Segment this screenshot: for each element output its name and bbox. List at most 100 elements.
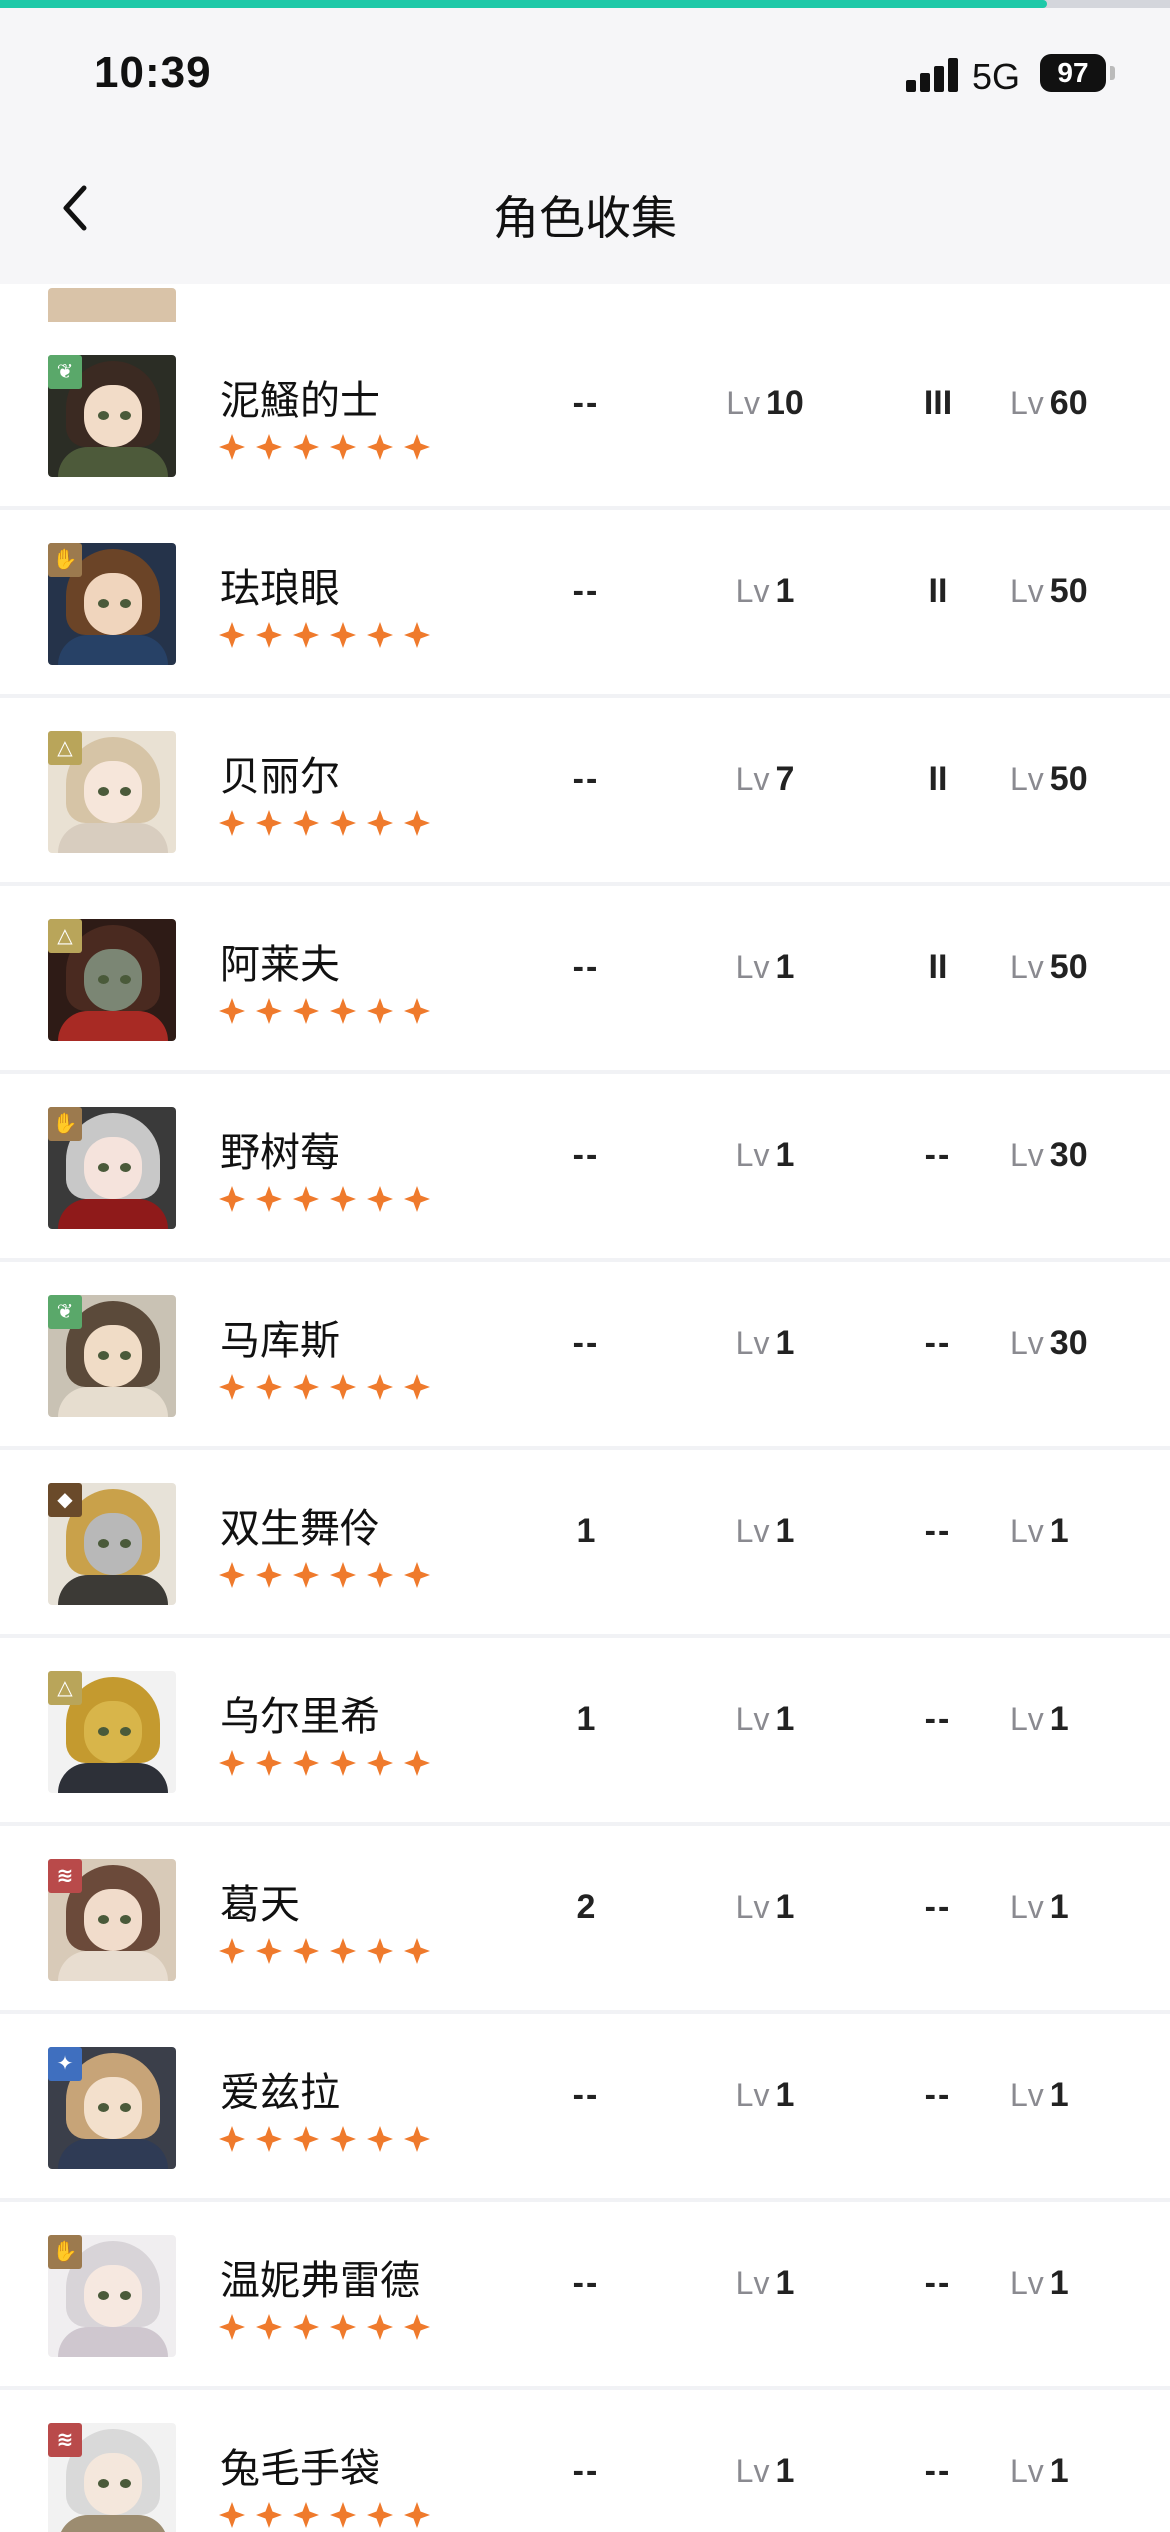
star-icon xyxy=(367,998,393,1024)
element-leaf-icon: ❦ xyxy=(48,355,82,389)
column-3-value: II xyxy=(928,948,948,986)
star-icon xyxy=(330,1562,356,1588)
star-icon xyxy=(293,1374,319,1400)
character-row[interactable]: ≋ 葛天 2 Lv 1 -- Lv 1 xyxy=(0,1826,1170,2010)
character-row[interactable]: △ 阿莱夫 -- Lv 1 II Lv 50 xyxy=(0,886,1170,1070)
star-icon xyxy=(367,1750,393,1776)
star-icon xyxy=(256,1562,282,1588)
character-row[interactable]: ◆ 双生舞伶 1 Lv 1 -- Lv 1 xyxy=(0,1450,1170,1634)
star-rating xyxy=(218,2124,440,2154)
star-icon xyxy=(330,998,356,1024)
column-1-value: -- xyxy=(572,948,600,986)
star-icon xyxy=(367,622,393,648)
column-3-value: -- xyxy=(924,1700,952,1738)
element-leaf-icon: ❦ xyxy=(48,1295,82,1329)
column-1-value: 1 xyxy=(576,1700,596,1738)
character-row[interactable]: ❦ 马库斯 -- Lv 1 -- Lv 30 xyxy=(0,1262,1170,1446)
character-list[interactable]: ❦ 泥鰠的士 -- Lv 10 III Lv 60 ✋ 珐琅眼 -- Lv 1 II … xyxy=(0,284,1170,2532)
element-feather-icon: ≋ xyxy=(48,2423,82,2457)
star-icon xyxy=(256,1750,282,1776)
star-icon xyxy=(367,2126,393,2152)
character-name: 贝丽尔 xyxy=(220,754,340,800)
level-value: Lv 1 xyxy=(735,1888,795,1926)
battery-icon: 97 xyxy=(1040,54,1106,92)
level-value: Lv 1 xyxy=(735,948,795,986)
star-icon xyxy=(219,434,245,460)
column-3-value: -- xyxy=(924,2076,952,2114)
column-1-value: -- xyxy=(572,2452,600,2490)
star-icon xyxy=(293,998,319,1024)
element-feather-icon: ≋ xyxy=(48,1859,82,1893)
column-3-value: III xyxy=(923,384,953,422)
star-icon xyxy=(367,810,393,836)
character-row[interactable]: ✋ 野树莓 -- Lv 1 -- Lv 30 xyxy=(0,1074,1170,1258)
column-1-value: -- xyxy=(572,2076,600,2114)
star-icon xyxy=(404,1186,430,1212)
level-value: Lv 1 xyxy=(735,1700,795,1738)
star-icon xyxy=(219,998,245,1024)
star-icon xyxy=(330,810,356,836)
element-hand-icon: ✋ xyxy=(48,2235,82,2269)
character-row[interactable]: ✋ 温妮弗雷德 -- Lv 1 -- Lv 1 xyxy=(0,2202,1170,2386)
cellular-signal-icon xyxy=(906,58,958,92)
level-cap-value: Lv 1 xyxy=(1010,1888,1069,1926)
star-icon xyxy=(330,2314,356,2340)
character-row[interactable]: ❦ 泥鰠的士 -- Lv 10 III Lv 60 xyxy=(0,322,1170,506)
character-name: 兔毛手袋 xyxy=(220,2446,380,2492)
star-rating xyxy=(218,1184,440,1214)
character-row[interactable]: △ 乌尔里希 1 Lv 1 -- Lv 1 xyxy=(0,1638,1170,1822)
level-cap-value: Lv 1 xyxy=(1010,1512,1069,1550)
character-name: 爱兹拉 xyxy=(220,2070,340,2116)
star-icon xyxy=(404,1938,430,1964)
star-icon xyxy=(404,2314,430,2340)
star-rating xyxy=(218,620,440,650)
column-1-value: -- xyxy=(572,1136,600,1174)
column-3-value: -- xyxy=(924,1136,952,1174)
level-cap-value: Lv 1 xyxy=(1010,2076,1069,2114)
star-icon xyxy=(293,1938,319,1964)
column-3-value: -- xyxy=(924,2264,952,2302)
level-value: Lv 1 xyxy=(735,2076,795,2114)
character-row[interactable]: ✦ 爱兹拉 -- Lv 1 -- Lv 1 xyxy=(0,2014,1170,2198)
top-progress-fill xyxy=(0,0,1048,8)
star-icon xyxy=(367,1938,393,1964)
level-value: Lv 1 xyxy=(735,1136,795,1174)
star-icon xyxy=(256,1938,282,1964)
level-cap-value: Lv 1 xyxy=(1010,2452,1069,2490)
battery-tip xyxy=(1110,66,1115,80)
column-1-value: -- xyxy=(572,572,600,610)
page-title: 角色收集 xyxy=(493,192,677,244)
star-icon xyxy=(219,1374,245,1400)
element-star-icon: ✦ xyxy=(48,2047,82,2081)
character-name: 温妮弗雷德 xyxy=(220,2258,420,2304)
star-icon xyxy=(219,810,245,836)
star-icon xyxy=(293,622,319,648)
star-rating xyxy=(218,1560,440,1590)
column-1-value: -- xyxy=(572,384,600,422)
level-cap-value: Lv 60 xyxy=(1010,384,1088,422)
star-icon xyxy=(219,1938,245,1964)
element-hand-icon: ✋ xyxy=(48,543,82,577)
character-row[interactable]: ≋ 兔毛手袋 -- Lv 1 -- Lv 1 xyxy=(0,2390,1170,2532)
level-value: Lv 7 xyxy=(735,760,795,798)
character-row[interactable]: ✋ 珐琅眼 -- Lv 1 II Lv 50 xyxy=(0,510,1170,694)
column-1-value: 2 xyxy=(576,1888,596,1926)
star-icon xyxy=(256,998,282,1024)
star-icon xyxy=(404,622,430,648)
star-rating xyxy=(218,1372,440,1402)
star-rating xyxy=(218,2500,440,2530)
level-cap-value: Lv 1 xyxy=(1010,1700,1069,1738)
star-icon xyxy=(293,2126,319,2152)
star-icon xyxy=(293,1750,319,1776)
star-icon xyxy=(330,434,356,460)
character-name: 阿莱夫 xyxy=(220,942,340,988)
star-icon xyxy=(256,434,282,460)
character-name: 双生舞伶 xyxy=(220,1506,380,1552)
level-cap-value: Lv 1 xyxy=(1010,2264,1069,2302)
star-icon xyxy=(256,810,282,836)
character-row[interactable]: △ 贝丽尔 -- Lv 7 II Lv 50 xyxy=(0,698,1170,882)
star-icon xyxy=(367,2314,393,2340)
star-rating xyxy=(218,2312,440,2342)
level-value: Lv 10 xyxy=(726,384,804,422)
column-1-value: -- xyxy=(572,1324,600,1362)
